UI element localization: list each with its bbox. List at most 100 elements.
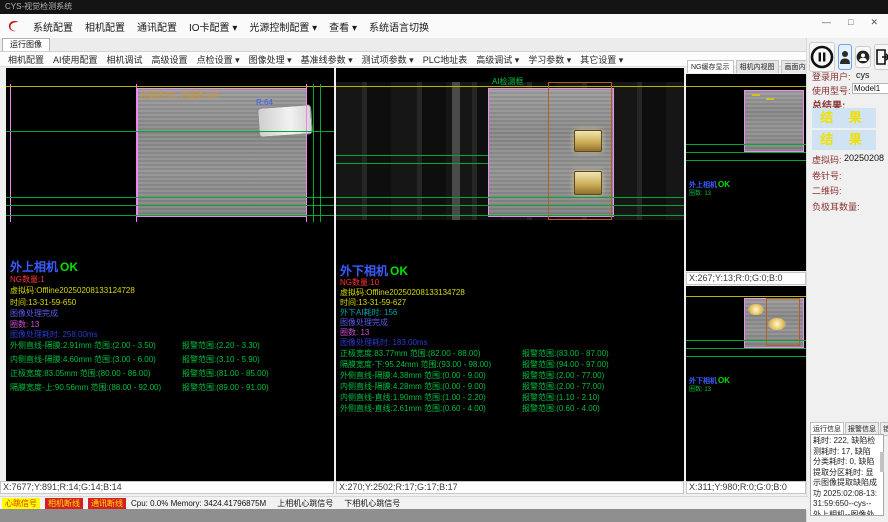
login-user-button[interactable] xyxy=(838,44,852,70)
edge-detect-line xyxy=(686,160,806,161)
tb-test-item-params[interactable]: 测试项参数 ▾ xyxy=(362,53,414,66)
tb-baseline-params[interactable]: 基准线参数 ▾ xyxy=(301,53,353,66)
result-ok: OK xyxy=(718,376,730,385)
tb-other-settings[interactable]: 其它设置 ▾ xyxy=(580,53,623,66)
edge-detect-line xyxy=(336,163,488,164)
permission-button[interactable] xyxy=(855,46,871,68)
bottom-strip xyxy=(0,509,806,522)
down-camera-heartbeat: 下相机心跳信号 xyxy=(344,498,400,509)
qrcode-label: 二维码: xyxy=(812,184,842,197)
measurement-row: 外侧直线-隔膜:2.91mm 范围:(2.00 - 3.50) 报警范围:(2.… xyxy=(10,340,334,351)
measurement-label: 隔膜宽度-下:95.24mm 范围:(93.00 - 98.00) xyxy=(340,360,491,369)
virtual-code-row: 虚拟码:Offline20250208133124728 xyxy=(10,285,135,296)
exit-button[interactable] xyxy=(874,44,888,70)
tb-image-processing[interactable]: 图像处理 ▾ xyxy=(249,53,292,66)
login-user-label: 登录用户: xyxy=(812,70,851,83)
loop-count-row: 圈数: 13 xyxy=(689,384,711,393)
mini-top-coordinate-bar: X:267;Y:13;R:0;G:0;B:0 xyxy=(686,272,806,285)
tab-camera-inner-view[interactable]: 相机内视图 xyxy=(736,60,779,73)
alarm-range: 报警范围:(3.10 - 5.90) xyxy=(182,354,260,365)
pixel-coordinate-readout: X:7677;Y:891;R:14;G:14;B:14 xyxy=(3,482,122,492)
alarm-range: 报警范围:(2.00 - 77.00) xyxy=(522,370,604,381)
maximize-button[interactable]: □ xyxy=(848,17,853,28)
alarm-range: 报警范围:(2.00 - 77.00) xyxy=(522,381,604,392)
tab-clip-highlight xyxy=(768,318,786,330)
comm-offline-badge: 通讯断线 xyxy=(88,498,126,509)
user-icon xyxy=(839,49,851,65)
measurement-label: 内侧直线-直线:1.90mm 范围:(1.00 - 2.20) xyxy=(340,393,486,402)
result-ok: OK xyxy=(60,260,78,274)
edge-detect-line xyxy=(336,215,684,216)
close-button[interactable]: ✕ xyxy=(870,17,878,28)
camera-name: 外上相机 xyxy=(10,260,58,274)
tb-camera-debug[interactable]: 相机调试 xyxy=(107,53,143,66)
menu-system-config[interactable]: 系统配置 xyxy=(33,19,73,34)
baseline-yellow xyxy=(6,86,334,87)
middle-camera-view[interactable]: AI检测框 外下相机OK NG数量:10 虚拟码:Offline20250208… xyxy=(336,68,684,481)
edge-detect-line xyxy=(336,197,684,198)
log-scrollbar[interactable] xyxy=(880,452,884,472)
measurement-row: 隔膜宽度-上:90.56mm 范围:(88.00 - 92.00) 报警范围:(… xyxy=(10,382,334,393)
left-camera-view[interactable]: 左阈值:93, 右阈值:100 R:64 外上相机OK NG数量:1 虚拟码:O… xyxy=(6,68,334,481)
tb-spot-check-settings[interactable]: 点检设置 ▾ xyxy=(197,53,240,66)
app-window: CYS-视觉检测系统 系统配置 相机配置 通讯配置 IO卡配置 ▾ 光源控制配置… xyxy=(0,0,888,522)
alarm-range: 报警范围:(2.20 - 3.30) xyxy=(182,340,260,351)
edge-detect-line xyxy=(6,197,334,198)
tb-advanced-settings[interactable]: 高级设置 xyxy=(152,53,188,66)
tb-advanced-debug[interactable]: 高级调试 ▾ xyxy=(476,53,519,66)
roi-line xyxy=(306,84,307,222)
mini-bottom-coordinate-bar: X:311;Y:980;R:0;G:0;B:0 xyxy=(686,481,806,494)
loop-count-row: 圈数: 13 xyxy=(689,188,711,197)
menu-io-config[interactable]: IO卡配置 ▾ xyxy=(189,19,237,34)
tb-ai-use-config[interactable]: AI使用配置 xyxy=(53,53,98,66)
machine-column xyxy=(452,82,460,220)
camera-offline-badge: 相机断线 xyxy=(45,498,83,509)
result-badge-upper: 结 果 xyxy=(812,108,876,128)
model-select[interactable]: Model1 xyxy=(852,83,888,94)
tab-ng-cache-display[interactable]: NG缓存显示 xyxy=(687,60,734,73)
left-coordinate-bar: X:7677;Y:891;R:14;G:14;B:14 xyxy=(0,481,334,494)
tb-learning-params[interactable]: 学习参数 ▾ xyxy=(528,53,571,66)
heartbeat-badge: 心跳信号 xyxy=(2,498,40,509)
middle-coordinate-bar: X:270;Y:2502;R:17;G:17;B:17 xyxy=(336,481,684,494)
connector-object xyxy=(257,104,313,138)
window-title: CYS-视觉检测系统 xyxy=(5,2,72,11)
pixel-coordinate-readout: X:311;Y:980;R:0;G:0;B:0 xyxy=(689,482,787,492)
needle-number-label: 卷针号: xyxy=(812,169,842,182)
result-badge-lower: 结 果 xyxy=(812,130,876,150)
app-logo-icon xyxy=(6,19,21,34)
edge-detect-line xyxy=(686,348,806,349)
alarm-range: 报警范围:(81.00 - 85.00) xyxy=(182,368,269,379)
alarm-range: 报警范围:(1.10 - 2.10) xyxy=(522,392,600,403)
virtual-code-value: 20250208 xyxy=(844,153,884,163)
process-done-row: 图像处理完成 xyxy=(10,308,58,319)
edge-detect-line xyxy=(336,155,488,156)
measurement-label: 内侧直线-隔膜:4.28mm 范围:(0.00 - 9.00) xyxy=(340,382,486,391)
alarm-range: 报警范围:(89.00 - 91.00) xyxy=(182,382,269,393)
menu-bar: 系统配置 相机配置 通讯配置 IO卡配置 ▾ 光源控制配置 ▾ 查看 ▾ 系统语… xyxy=(0,14,888,39)
menu-light-control-config[interactable]: 光源控制配置 ▾ xyxy=(249,19,317,34)
mini-view-bottom[interactable]: 外下相机OK 圈数: 13 xyxy=(686,286,806,481)
run-log-area[interactable]: 耗时: 222, 缺陷检测耗时: 17, 缺陷分类耗时: 0, 缺陷提取分区耗时… xyxy=(810,434,884,516)
threshold-overlay-text: 左阈值:93, 右阈值:100 xyxy=(140,90,219,101)
menu-view[interactable]: 查看 ▾ xyxy=(329,19,357,34)
mini-view-top[interactable]: 外上相机OK 圈数: 13 xyxy=(686,74,806,271)
baseline-yellow xyxy=(686,296,806,297)
roi-line xyxy=(10,84,11,222)
exit-door-icon xyxy=(875,49,888,65)
ai-box-label: AI检测框 xyxy=(492,76,524,87)
tab-run-image[interactable]: 运行图像 xyxy=(2,38,50,51)
measurement-label: 隔膜宽度-上:90.56mm 范围:(88.00 - 92.00) xyxy=(10,383,161,392)
edge-detect-line xyxy=(686,144,806,145)
minimize-button[interactable]: — xyxy=(822,17,831,28)
pause-button[interactable] xyxy=(809,42,835,72)
menu-comm-config[interactable]: 通讯配置 xyxy=(137,19,177,34)
tb-plc-address-table[interactable]: PLC地址表 xyxy=(423,53,468,66)
menu-language-switch[interactable]: 系统语言切换 xyxy=(369,19,429,34)
roi-line xyxy=(136,84,137,222)
measurement-label: 外侧直线-隔膜:2.91mm 范围:(2.00 - 3.50) xyxy=(10,341,156,350)
tb-camera-config[interactable]: 相机配置 xyxy=(8,53,44,66)
pixel-coordinate-readout: X:270;Y:2502;R:17;G:17;B:17 xyxy=(339,482,458,492)
measurement-row: 内侧直线-隔膜:4.28mm 范围:(0.00 - 9.00) 报警范围:(2.… xyxy=(340,381,684,392)
menu-camera-config[interactable]: 相机配置 xyxy=(85,19,125,34)
